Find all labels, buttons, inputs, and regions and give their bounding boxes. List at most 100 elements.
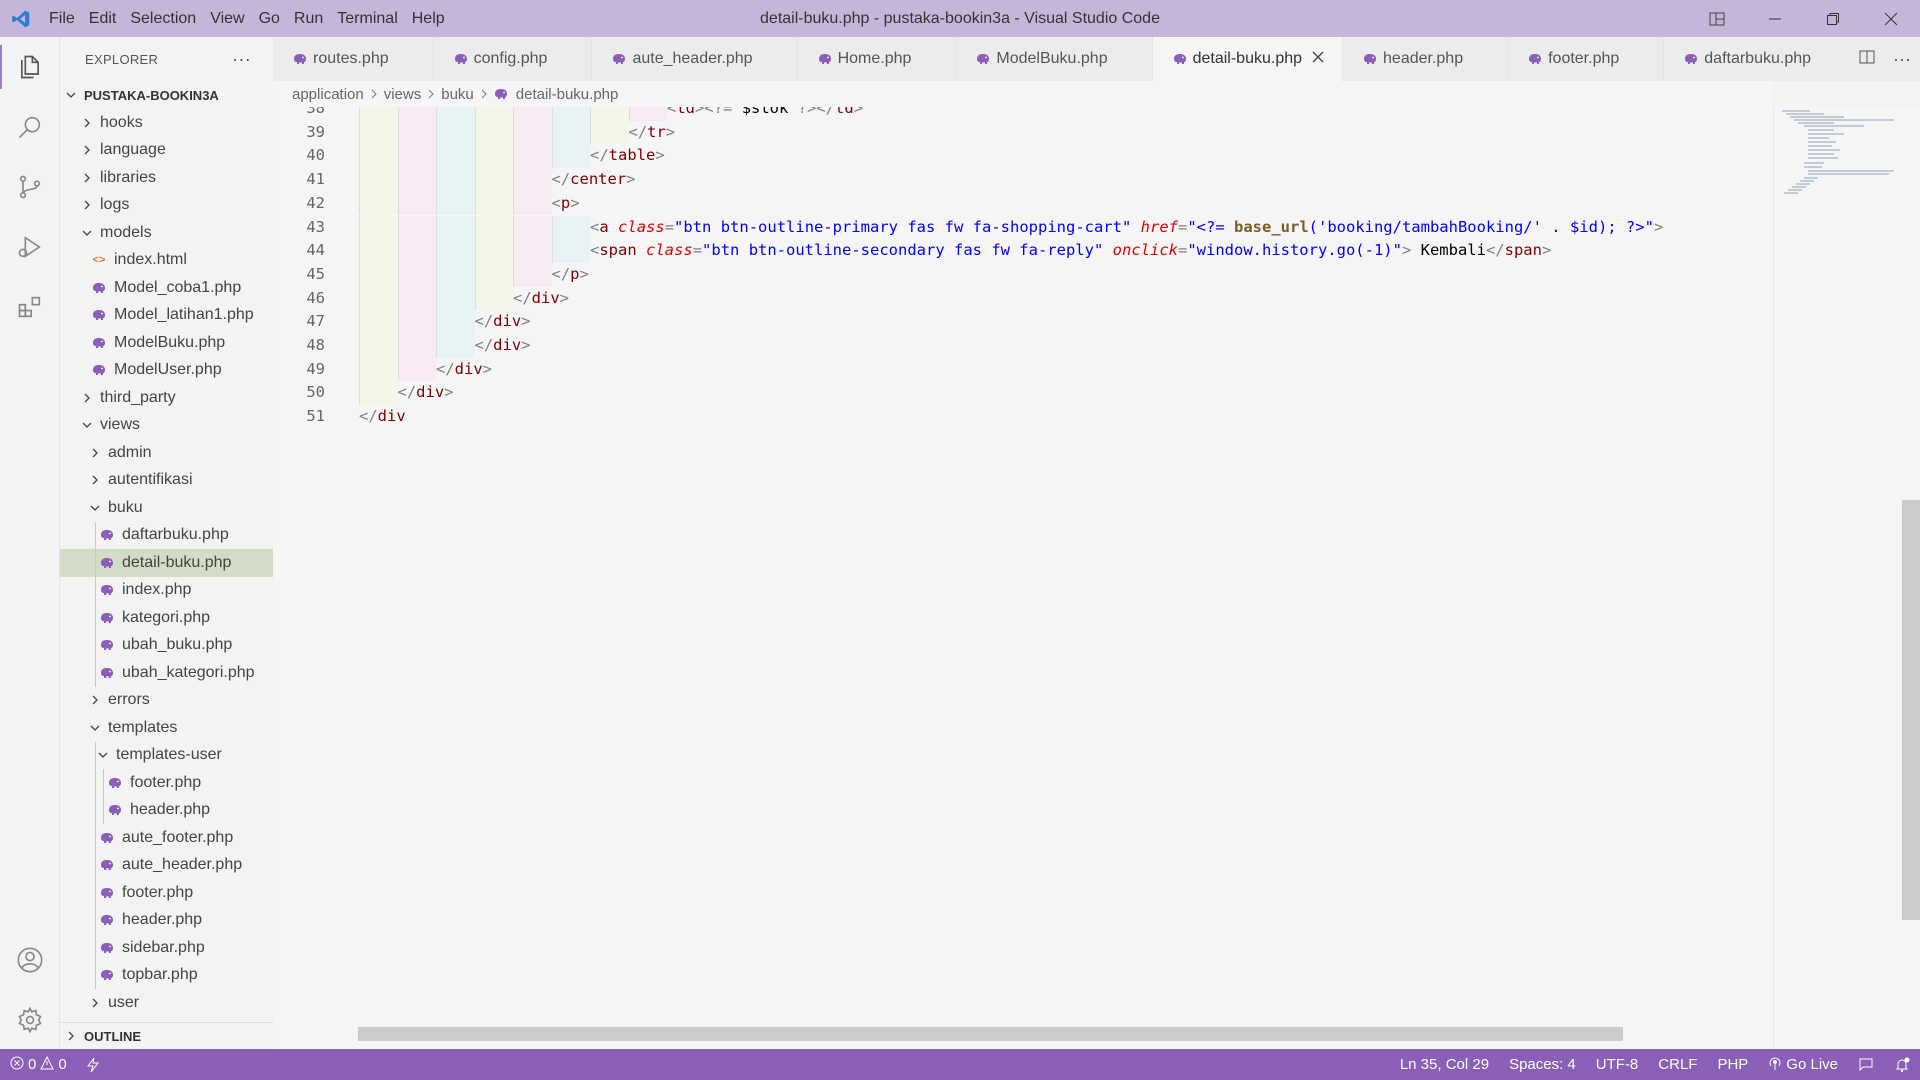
tree-folder[interactable]: admin (60, 439, 273, 467)
cursor-position[interactable]: Ln 35, Col 29 (1390, 1049, 1499, 1080)
restore-icon[interactable] (1804, 0, 1862, 37)
close-icon[interactable] (1862, 0, 1920, 37)
horizontal-scrollbar[interactable] (358, 1027, 1623, 1041)
indentation[interactable]: Spaces: 4 (1499, 1049, 1586, 1080)
chevron-down-icon (80, 420, 94, 430)
tree-folder[interactable]: templates-user (60, 741, 273, 769)
tree-file[interactable]: footer.php (60, 879, 273, 907)
outline-section[interactable]: OUTLINE (60, 1022, 273, 1049)
tree-folder[interactable]: third_party (60, 384, 273, 412)
vertical-scrollbar[interactable] (1902, 500, 1920, 920)
editor-tab[interactable]: aute_header.php (592, 37, 798, 81)
feedback-icon[interactable] (1848, 1049, 1884, 1080)
go-live-button[interactable]: Go Live (1758, 1049, 1848, 1080)
editor-tab[interactable]: config.php (433, 37, 593, 81)
more-actions-icon[interactable]: ··· (232, 49, 251, 70)
menu-go[interactable]: Go (252, 0, 287, 37)
chevron-right-icon (80, 393, 94, 403)
tree-folder[interactable]: libraries (60, 164, 273, 192)
run-debug-icon[interactable] (0, 217, 60, 277)
line-ending[interactable]: CRLF (1648, 1049, 1707, 1080)
account-icon[interactable] (0, 930, 60, 990)
encoding[interactable]: UTF-8 (1586, 1049, 1649, 1080)
tree-file[interactable]: ubah_buku.php (60, 631, 273, 659)
breadcrumb-item[interactable]: views (384, 86, 422, 103)
code-token: </ (513, 288, 532, 307)
menu-edit[interactable]: Edit (82, 0, 124, 37)
extensions-icon[interactable] (0, 277, 60, 337)
indent-guide (95, 521, 96, 549)
layout-icon[interactable] (1688, 0, 1746, 37)
code-text: <span class="btn btn-outline-secondary f… (590, 239, 1551, 263)
code-token: </ (397, 383, 417, 402)
tree-folder[interactable]: buku (60, 494, 273, 522)
tree-file[interactable]: topbar.php (60, 961, 273, 989)
tree-file[interactable]: header.php (60, 906, 273, 934)
project-root[interactable]: PUSTAKA-BOOKIN3A (60, 81, 273, 109)
indent-guide (474, 215, 513, 240)
tree-file[interactable]: ubah_kategori.php (60, 659, 273, 687)
tree-folder[interactable]: templates (60, 714, 273, 742)
tree-file[interactable]: ModelUser.php (60, 357, 273, 385)
tree-file[interactable]: aute_header.php (60, 851, 273, 879)
split-editor-icon[interactable] (1859, 49, 1875, 70)
close-tab-icon[interactable] (1312, 50, 1324, 68)
more-actions-icon[interactable]: ··· (1893, 49, 1911, 70)
explorer-icon[interactable] (0, 37, 60, 97)
minimap[interactable] (1773, 107, 1920, 1049)
menu-run[interactable]: Run (287, 0, 330, 37)
source-control-icon[interactable] (0, 157, 60, 217)
tree-folder[interactable]: logs (60, 192, 273, 220)
php-elephant-icon (101, 860, 113, 871)
tree-folder[interactable]: models (60, 219, 273, 247)
tree-file[interactable]: Model_latihan1.php (60, 302, 273, 330)
breadcrumb-item[interactable]: buku (441, 86, 474, 103)
menu-help[interactable]: Help (405, 0, 452, 37)
tree-file[interactable]: daftarbuku.php (60, 521, 273, 549)
tree-file[interactable]: sidebar.php (60, 934, 273, 962)
editor-tab[interactable]: routes.php (273, 37, 434, 81)
search-icon[interactable] (0, 97, 60, 157)
tree-file[interactable]: header.php (60, 796, 273, 824)
tree-file[interactable]: kategori.php (60, 604, 273, 632)
menu-view[interactable]: View (203, 0, 251, 37)
settings-gear-icon[interactable] (0, 990, 60, 1050)
code-text: </div> (436, 358, 492, 382)
tree-folder[interactable]: language (60, 137, 273, 165)
editor-tab[interactable]: Home.php (797, 37, 957, 81)
code-token: td (676, 107, 696, 117)
code-line: 50 </div> (273, 381, 1773, 406)
tree-file[interactable]: ModelBuku.php (60, 329, 273, 357)
indent-guide (397, 262, 436, 287)
tree-file[interactable]: index.php (60, 576, 273, 604)
breadcrumb-item[interactable]: detail-buku.php (516, 86, 619, 103)
language-mode[interactable]: PHP (1707, 1049, 1758, 1080)
html-file-icon: <> (92, 254, 106, 267)
tree-file[interactable]: <> index.html (60, 247, 273, 275)
menu-selection[interactable]: Selection (123, 0, 203, 37)
tree-folder[interactable]: views (60, 412, 273, 440)
breadcrumb-item[interactable]: application (292, 86, 364, 103)
editor-tab[interactable]: daftarbuku.php (1664, 37, 1857, 81)
tree-label: ubah_kategori.php (122, 663, 255, 681)
tree-folder[interactable]: errors (60, 687, 273, 715)
tree-folder[interactable]: autentifikasi (60, 467, 273, 495)
notifications-bell-icon[interactable] (1884, 1049, 1920, 1080)
tree-folder[interactable]: hooks (60, 109, 273, 137)
editor-tab[interactable]: detail-buku.php (1152, 37, 1344, 81)
editor-tab[interactable]: footer.php (1508, 37, 1665, 81)
menu-file[interactable]: File (42, 0, 82, 37)
editor-tab[interactable]: header.php (1343, 37, 1509, 81)
menu-terminal[interactable]: Terminal (330, 0, 404, 37)
minimize-icon[interactable] (1746, 0, 1804, 37)
problems-indicator[interactable]: 0 0 (0, 1049, 77, 1080)
editor-tab[interactable]: ModelBuku.php (956, 37, 1153, 81)
lightning-icon[interactable] (77, 1049, 109, 1080)
tree-file[interactable]: aute_footer.php (60, 824, 273, 852)
tree-folder[interactable]: user (60, 989, 273, 1017)
tree-file[interactable]: Model_coba1.php (60, 274, 273, 302)
tree-file[interactable]: footer.php (60, 769, 273, 797)
code-editor[interactable]: 38 <td><?= $stok ?></td> 39 </tr> 40 </table>… (273, 107, 1920, 1049)
tree-file[interactable]: detail-buku.php (60, 549, 273, 577)
